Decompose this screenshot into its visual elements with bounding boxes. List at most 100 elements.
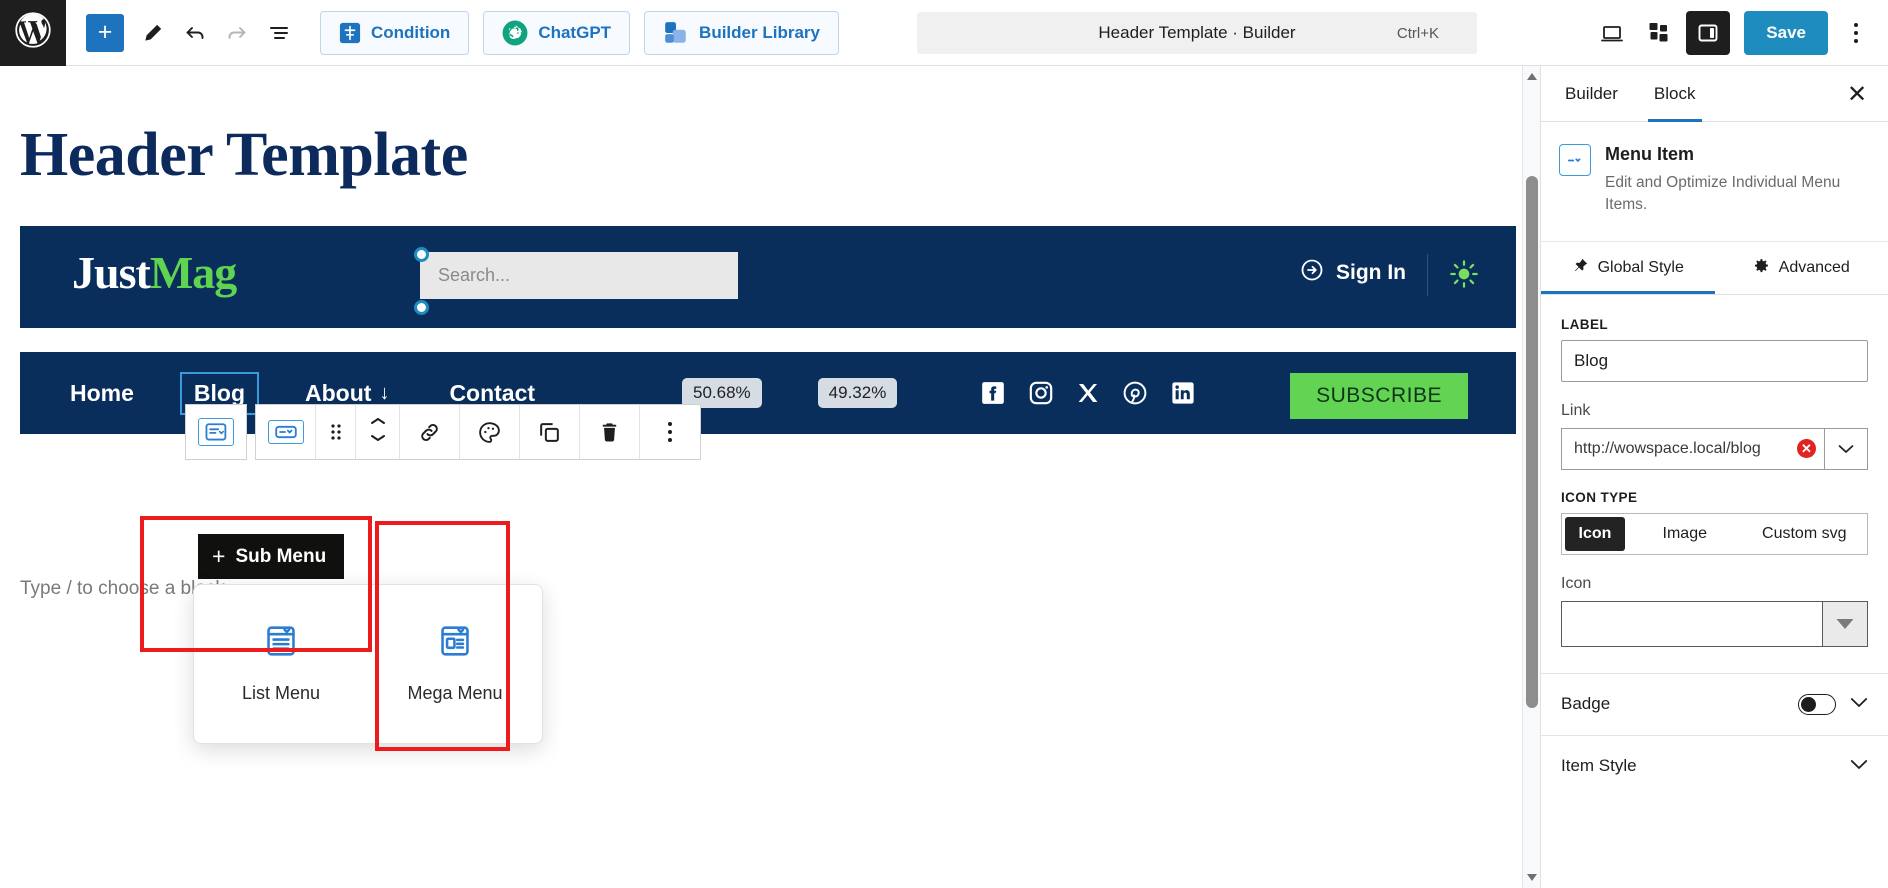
icon-type-option-image[interactable]: Image [1625, 517, 1745, 551]
condition-label: Condition [371, 22, 451, 42]
move-up-down-icon[interactable] [356, 405, 400, 459]
error-clear-icon[interactable]: ✕ [1797, 439, 1816, 459]
builder-library-button[interactable]: Builder Library [644, 10, 839, 55]
mega-menu-option[interactable]: Mega Menu [368, 585, 542, 743]
block-title: Menu Item [1605, 144, 1695, 164]
builder-library-label: Builder Library [699, 22, 820, 42]
chatgpt-icon [502, 20, 528, 46]
subtab-global-style[interactable]: Global Style [1541, 242, 1715, 294]
scroll-up-arrow-icon[interactable] [1523, 68, 1541, 86]
label-input[interactable]: Blog [1561, 339, 1868, 382]
block-actions-group [255, 404, 701, 460]
close-icon[interactable]: ✕ [1844, 82, 1870, 108]
list-menu-option[interactable]: List Menu [194, 585, 368, 743]
field-icon-type: ICON TYPE Icon Image Custom svg [1561, 490, 1868, 555]
top-bar-right-actions: Save [1590, 0, 1888, 66]
subtab-global-style-label: Global Style [1597, 258, 1684, 276]
chatgpt-label: ChatGPT [538, 22, 612, 42]
percentage-badge-right[interactable]: 49.32% [817, 378, 898, 408]
icon-select-dropdown-icon[interactable] [1822, 600, 1868, 647]
site-header-top-row: JustMag Search... Sign In [20, 226, 1516, 328]
sign-in-link[interactable]: Sign In [1300, 258, 1406, 288]
add-sub-menu-chip[interactable]: + Sub Menu [198, 534, 345, 579]
pin-icon [1572, 257, 1589, 279]
selection-handle-bottom[interactable] [414, 300, 429, 315]
nav-item-home[interactable]: Home [58, 374, 146, 413]
more-options-icon[interactable] [640, 405, 700, 459]
redo-icon[interactable] [216, 12, 258, 54]
list-menu-icon [264, 624, 298, 663]
delete-trash-icon[interactable] [580, 405, 640, 459]
accordion-item-style[interactable]: Item Style [1541, 734, 1888, 797]
site-logo[interactable]: JustMag [72, 246, 237, 299]
instagram-icon[interactable] [1028, 380, 1054, 406]
list-menu-label: List Menu [241, 683, 321, 703]
x-twitter-icon[interactable] [1076, 381, 1100, 405]
drag-handle-icon[interactable] [316, 405, 356, 459]
parent-block-selector-group [185, 404, 247, 460]
block-description: Edit and Optimize Individual Menu Items. [1605, 174, 1841, 214]
page-title: Header Template [20, 121, 468, 189]
accordion-item-style-label: Item Style [1561, 756, 1637, 776]
width-percentage-badges: 50.68% 49.32% [682, 352, 898, 434]
tab-builder[interactable]: Builder [1547, 66, 1636, 122]
search-input[interactable]: Search... [420, 252, 738, 299]
document-title-command-bar[interactable]: Header Template · Builder Ctrl+K [917, 12, 1477, 54]
icon-type-option-icon[interactable]: Icon [1565, 516, 1625, 551]
edit-pencil-icon[interactable] [132, 12, 174, 54]
blocks-pattern-icon[interactable] [1638, 11, 1682, 55]
canvas-scrollbar[interactable] [1522, 66, 1540, 888]
mega-menu-label: Mega Menu [407, 683, 503, 703]
condition-button[interactable]: Condition [320, 10, 470, 55]
command-shortcut: Ctrl+K [1396, 24, 1439, 42]
plus-icon: + [212, 543, 226, 569]
desktop-view-icon[interactable] [1590, 11, 1634, 55]
canvas-scrollbar-thumb[interactable] [1526, 176, 1538, 708]
parent-block-menu-icon[interactable] [186, 405, 246, 459]
undo-icon[interactable] [174, 12, 216, 54]
sidebar-subtabs: Global Style Advanced [1541, 242, 1888, 295]
icon-field-caption: Icon [1561, 574, 1592, 592]
add-sub-menu-label: Sub Menu [235, 545, 327, 567]
link-icon[interactable] [400, 405, 460, 459]
list-view-icon[interactable] [258, 12, 300, 54]
scroll-down-arrow-icon[interactable] [1523, 868, 1541, 886]
block-type-menu-item-icon[interactable] [256, 405, 316, 459]
duplicate-icon[interactable] [520, 405, 580, 459]
settings-panel-icon[interactable] [1686, 11, 1731, 55]
linkedin-icon[interactable] [1170, 380, 1196, 406]
subtab-advanced[interactable]: Advanced [1715, 242, 1888, 294]
builder-library-icon [663, 20, 689, 46]
wordpress-logo-icon [14, 11, 52, 54]
chevron-down-icon[interactable] [1850, 695, 1868, 713]
kebab-menu-icon[interactable] [1838, 11, 1874, 55]
icon-type-segmented-control: Icon Image Custom svg [1561, 512, 1868, 555]
field-label: LABEL Blog [1561, 317, 1868, 382]
editor-canvas: Header Template JustMag Search... Sign I… [0, 66, 1540, 888]
tab-block[interactable]: Block [1636, 66, 1714, 122]
link-input[interactable]: http://wowspace.local/blog ✕ [1561, 427, 1824, 470]
sidebar-tabs: Builder Block ✕ [1541, 66, 1888, 122]
add-block-button[interactable]: + [86, 13, 124, 52]
block-info: Menu Item Edit and Optimize Individual M… [1541, 122, 1888, 242]
field-link: Link http://wowspace.local/blog ✕ [1561, 402, 1868, 470]
subscribe-button[interactable]: SUBSCRIBE [1290, 373, 1468, 419]
nav-item-about-label: About [305, 379, 372, 406]
color-palette-icon[interactable] [460, 405, 520, 459]
chatgpt-button[interactable]: ChatGPT [483, 10, 631, 55]
link-dropdown-toggle[interactable] [1824, 427, 1868, 470]
sidebar-fields: LABEL Blog Link http://wowspace.local/bl… [1541, 295, 1888, 647]
pinterest-icon[interactable] [1122, 380, 1148, 406]
selection-handle-top[interactable] [414, 247, 429, 262]
wordpress-logo-button[interactable] [0, 0, 66, 66]
gear-icon [1753, 257, 1770, 279]
accordion-badge[interactable]: Badge [1541, 672, 1888, 735]
sun-icon[interactable] [1448, 258, 1480, 295]
chevron-down-icon[interactable] [1850, 757, 1868, 775]
icon-type-option-custom-svg[interactable]: Custom svg [1745, 517, 1865, 551]
save-button[interactable]: Save [1744, 11, 1828, 55]
icon-select-input[interactable] [1561, 600, 1822, 647]
facebook-icon[interactable] [980, 380, 1006, 406]
menu-item-block-icon [1559, 144, 1591, 176]
badge-toggle[interactable] [1798, 693, 1836, 715]
